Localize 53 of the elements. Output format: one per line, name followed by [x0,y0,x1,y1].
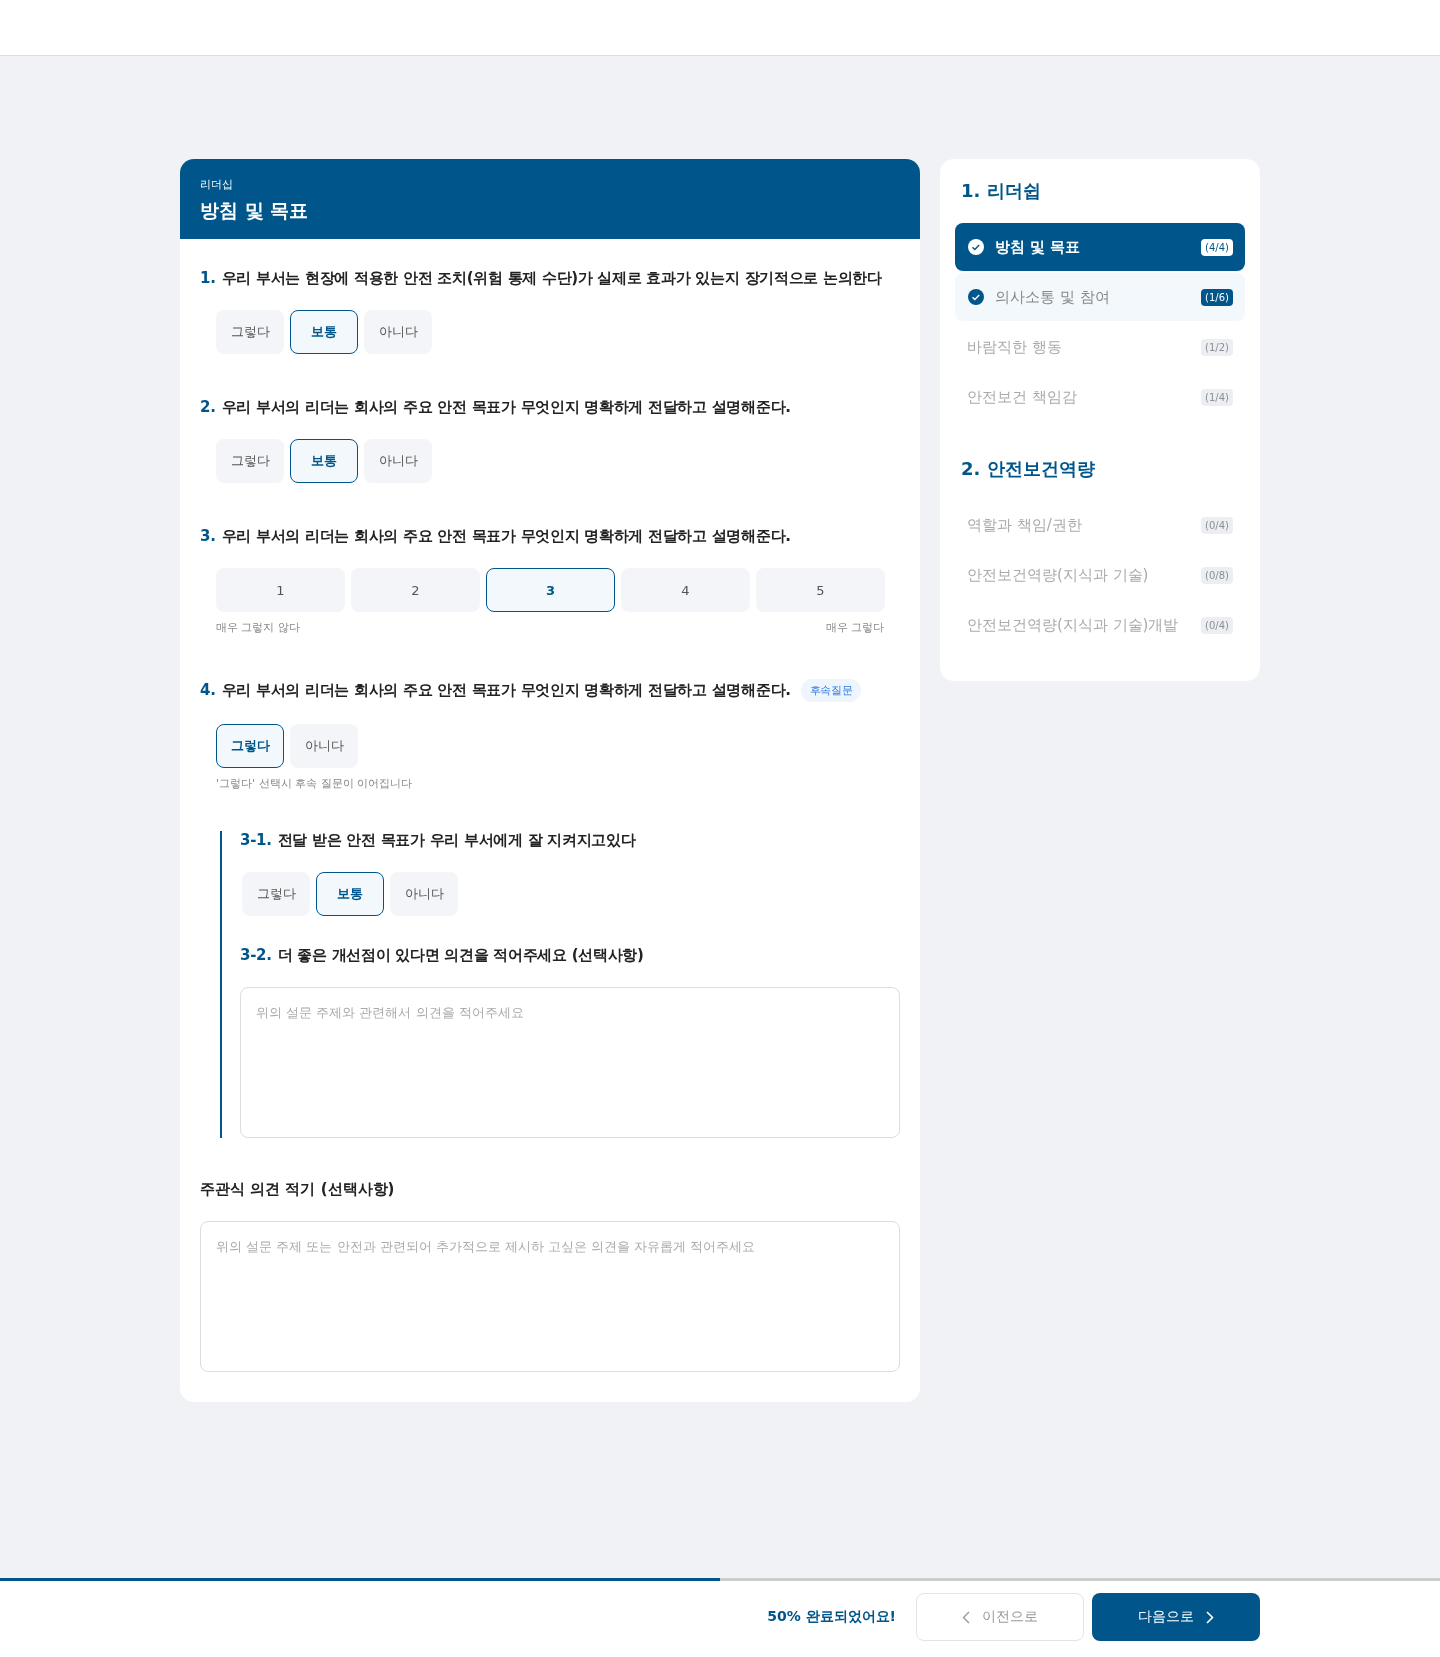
answer-option[interactable]: 아니다 [390,872,458,916]
answer-option[interactable]: 그렇다 [216,310,284,354]
count-badge: (4/4) [1201,238,1233,256]
answer-option[interactable]: 보통 [290,439,358,483]
sidebar-section-title: 1. 리더쉽 [960,179,1041,203]
sidebar-item-label: 방침 및 목표 [995,237,1082,257]
answer-option[interactable]: 그렇다 [216,439,284,483]
scale-low-label: 매우 그렇지 않다 [216,620,300,635]
chevron-right-icon [1206,1610,1214,1624]
sidebar-item-label: 안전보건역량(지식과 기술)개발 [967,615,1180,635]
answer-option[interactable]: 그렇다 [242,872,310,916]
answer-option[interactable]: 1 [216,568,345,612]
sidebar-section-title: 2. 안전보건역량 [960,457,1095,481]
answer-option[interactable]: 아니다 [364,439,432,483]
sidebar-item-label: 의사소통 및 참여 [995,287,1111,307]
count-badge: (0/4) [1201,516,1233,534]
comment-field[interactable]: 위의 설문 주제 또는 안전과 관련되어 추가적으로 제시하 고싶은 의견을 자유롭게 적어주세요 [200,1221,900,1372]
answer-option[interactable]: 그렇다 [216,724,284,768]
count-badge: (1/4) [1201,388,1233,406]
chevron-left-icon [962,1610,970,1624]
answer-option[interactable]: 5 [756,568,885,612]
answer-option[interactable]: 아니다 [290,724,358,768]
question-text: 3. 우리 부서의 리더는 회사의 주요 안전 목표가 무엇인지 명확하게 전달하고 설명해준다. [200,527,791,546]
question-text: 1. 우리 부서는 현장에 적용한 안전 조치(위험 통제 수단)가 실제로 효과가 있는지 장기적으로 논의한다 [200,269,882,288]
answer-option[interactable]: 보통 [290,310,358,354]
question-text: 3-2. 더 좋은 개선점이 있다면 의견을 적어주세요 (선택사항) [240,946,644,965]
comment-label: 주관식 의견 적기 (선택사항) [200,1180,395,1199]
sidebar-item-label: 역할과 책임/권한 [967,515,1083,535]
answer-option[interactable]: 2 [351,568,480,612]
question-text: 4. 우리 부서의 리더는 회사의 주요 안전 목표가 무엇인지 명확하게 전달하고 설명해준다. [200,681,791,700]
next-button[interactable]: 다음으로 [1092,1593,1260,1641]
count-badge: (1/6) [1201,288,1233,306]
sidebar-item-label: 바람직한 행동 [967,337,1063,357]
scale-high-label: 매우 그렇다 [825,620,884,635]
answer-option[interactable]: 보통 [316,872,384,916]
category-label: 리더십 [200,177,233,192]
count-badge: (1/2) [1201,338,1233,356]
hint-text: '그렇다' 선택시 후속 질문이 이어집니다 [216,776,413,791]
followup-tag: 후속질문 [800,679,862,702]
answer-option[interactable]: 아니다 [364,310,432,354]
count-badge: (0/8) [1201,566,1233,584]
sidebar-item-label: 안전보건역량(지식과 기술) [967,565,1150,585]
sidebar-item[interactable]: 방침 및 목표 (4/4) [955,223,1245,271]
sidebar-item-label: 안전보건 책임감 [967,387,1078,407]
opinion-field[interactable]: 위의 설문 주제와 관련해서 의견을 적어주세요 [240,987,900,1138]
sidebar-item[interactable]: 의사소통 및 참여 (1/6) [955,273,1245,321]
question-text: 2. 우리 부서의 리더는 회사의 주요 안전 목표가 무엇인지 명확하게 전달하고 설명해준다. [200,398,791,417]
answer-option[interactable]: 4 [621,568,750,612]
progress-status: 50% 완료되었어요! [767,1608,896,1626]
question-text: 3-1. 전달 받은 안전 목표가 우리 부서에게 잘 지켜지고있다 [240,831,636,850]
count-badge: (0/4) [1201,616,1233,634]
answer-option[interactable]: 3 [486,568,615,612]
section-title: 방침 및 목표 [200,198,309,223]
